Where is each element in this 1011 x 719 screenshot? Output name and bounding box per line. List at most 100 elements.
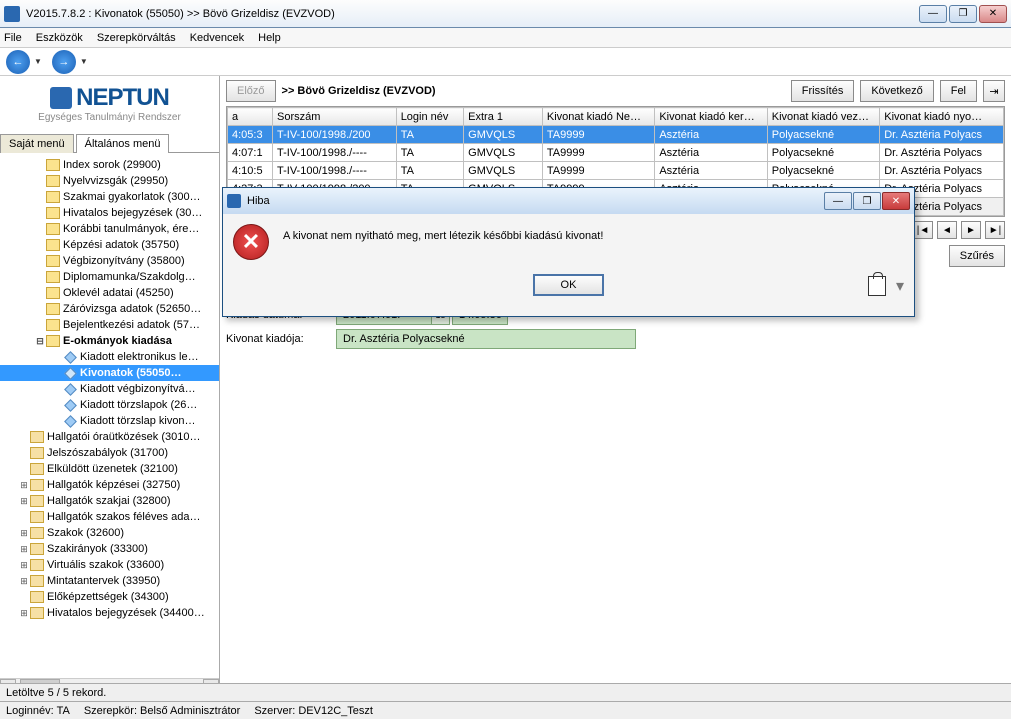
tree-item-label: Korábbi tanulmányok, ére…: [63, 223, 199, 235]
tree-item[interactable]: Kiadott elektronikus le…: [0, 349, 219, 365]
nav-toolbar: ← ▼ → ▼: [0, 48, 1011, 76]
column-header[interactable]: Sorszám: [272, 108, 396, 126]
window-minimize-button[interactable]: —: [919, 5, 947, 23]
tree-item[interactable]: ⊞Szakok (32600): [0, 525, 219, 541]
tree-item[interactable]: Kiadott törzslapok (26…: [0, 397, 219, 413]
folder-icon: [30, 527, 44, 539]
dialog-close-button[interactable]: ✕: [882, 192, 910, 210]
status-login: Loginnév: TA: [6, 705, 70, 717]
tab-general-menu[interactable]: Általános menü: [76, 134, 170, 153]
column-header[interactable]: Kivonat kiadó ker…: [655, 108, 767, 126]
dialog-titlebar[interactable]: Hiba — ❐ ✕: [223, 188, 914, 214]
column-header[interactable]: Kivonat kiadó nyo…: [880, 108, 1004, 126]
column-header[interactable]: Kivonat kiadó Ne…: [542, 108, 654, 126]
dialog-ok-button[interactable]: OK: [533, 274, 605, 296]
nav-first-button[interactable]: |◄: [913, 221, 933, 239]
tree-item-label: Előképzettségek (34300): [47, 591, 169, 603]
nav-prev-button[interactable]: ◄: [937, 221, 957, 239]
tree-item-label: Diplomamunka/Szakdolg…: [63, 271, 196, 283]
column-header[interactable]: a: [228, 108, 273, 126]
tree-item[interactable]: Kiadott törzslap kivon…: [0, 413, 219, 429]
tree-item[interactable]: Jelszószabályok (31700): [0, 445, 219, 461]
tree-expander[interactable]: ⊞: [18, 528, 30, 539]
next-button[interactable]: Következő: [860, 80, 933, 102]
nav-forward-dropdown[interactable]: ▼: [80, 57, 88, 66]
column-header[interactable]: Login név: [396, 108, 463, 126]
left-panel: NEPTUN Egységes Tanulmányi Rendszer Sajá…: [0, 76, 220, 694]
up-button[interactable]: Fel: [940, 80, 977, 102]
tree-item[interactable]: Index sorok (29900): [0, 157, 219, 173]
filter-button[interactable]: Szűrés: [949, 245, 1005, 267]
tree-item[interactable]: Diplomamunka/Szakdolg…: [0, 269, 219, 285]
menu-file[interactable]: File: [4, 32, 22, 44]
app-icon: [4, 6, 20, 22]
menu-roleswitch[interactable]: Szerepkörváltás: [97, 32, 176, 44]
folder-icon: [46, 207, 60, 219]
pin-button[interactable]: ⇥: [983, 80, 1005, 102]
table-cell: Polyacsekné: [767, 162, 879, 180]
tree-item[interactable]: ⊞Mintatantervek (33950): [0, 573, 219, 589]
tree-expander[interactable]: ⊞: [18, 560, 30, 571]
tree-item[interactable]: Korábbi tanulmányok, ére…: [0, 221, 219, 237]
folder-icon: [30, 447, 44, 459]
nav-back-dropdown[interactable]: ▼: [34, 57, 42, 66]
tree-item[interactable]: Kiadott végbizonyítvá…: [0, 381, 219, 397]
tree-expander[interactable]: ⊞: [18, 608, 30, 619]
menu-help[interactable]: Help: [258, 32, 281, 44]
nav-forward-button[interactable]: →: [52, 50, 76, 74]
tree-item-label: Kiadott törzslap kivon…: [80, 415, 196, 427]
tree-item[interactable]: Előképzettségek (34300): [0, 589, 219, 605]
table-row[interactable]: 4:07:1T-IV-100/1998./----TAGMVQLSTA9999A…: [228, 144, 1004, 162]
menu-tree[interactable]: Index sorok (29900)Nyelvvizsgák (29950)S…: [0, 153, 219, 678]
tree-item[interactable]: Szakmai gyakorlatok (300…: [0, 189, 219, 205]
error-icon: ✕: [233, 224, 269, 260]
tree-item[interactable]: ⊞Szakirányok (33300): [0, 541, 219, 557]
tree-expander[interactable]: ⊞: [18, 480, 30, 491]
tree-item[interactable]: ⊞Hallgatók képzései (32750): [0, 477, 219, 493]
tree-expander[interactable]: ⊞: [18, 544, 30, 555]
folder-icon: [30, 495, 44, 507]
tree-item[interactable]: Végbizonyítvány (35800): [0, 253, 219, 269]
tree-item[interactable]: Elküldött üzenetek (32100): [0, 461, 219, 477]
label-kivonat-kiadoja: Kivonat kiadója:: [226, 333, 336, 345]
breadcrumb: >> Bövö Grizeldisz (EVZVOD): [282, 85, 436, 97]
column-header[interactable]: Extra 1: [464, 108, 543, 126]
tree-item[interactable]: Hallgatói óraütközések (3010…: [0, 429, 219, 445]
tree-item[interactable]: Kivonatok (55050…: [0, 365, 219, 381]
tree-item[interactable]: Záróvizsga adatok (52650…: [0, 301, 219, 317]
nav-back-button[interactable]: ←: [6, 50, 30, 74]
menu-tools[interactable]: Eszközök: [36, 32, 83, 44]
tree-item[interactable]: Hallgatók szakos féléves ada…: [0, 509, 219, 525]
tree-item[interactable]: ⊟E-okmányok kiadása: [0, 333, 219, 349]
nav-next-button[interactable]: ►: [961, 221, 981, 239]
tree-item[interactable]: Képzési adatok (35750): [0, 237, 219, 253]
dialog-minimize-button[interactable]: —: [824, 192, 852, 210]
tree-item[interactable]: ⊞Hivatalos bejegyzések (34400…: [0, 605, 219, 621]
table-row[interactable]: 4:05:3T-IV-100/1998./200TAGMVQLSTA9999As…: [228, 126, 1004, 144]
refresh-button[interactable]: Frissítés: [791, 80, 855, 102]
tree-expander[interactable]: ⊞: [18, 576, 30, 587]
tree-expander[interactable]: ⊟: [34, 336, 46, 347]
tree-item[interactable]: Nyelvvizsgák (29950): [0, 173, 219, 189]
column-header[interactable]: Kivonat kiadó vez…: [767, 108, 879, 126]
tree-item[interactable]: Hivatalos bejegyzések (30…: [0, 205, 219, 221]
tree-item[interactable]: Oklevél adatai (45250): [0, 285, 219, 301]
prev-button[interactable]: Előző: [226, 80, 276, 102]
tree-item[interactable]: ⊞Hallgatók szakjai (32800): [0, 493, 219, 509]
dialog-maximize-button[interactable]: ❐: [853, 192, 881, 210]
expand-chevron-icon[interactable]: ▾: [896, 276, 904, 296]
field-kiado[interactable]: Dr. Asztéria Polyacsekné: [336, 329, 636, 349]
table-row[interactable]: 4:10:5T-IV-100/1998./----TAGMVQLSTA9999A…: [228, 162, 1004, 180]
tree-item-label: Kiadott törzslapok (26…: [80, 399, 197, 411]
tree-expander[interactable]: ⊞: [18, 496, 30, 507]
tab-own-menu[interactable]: Saját menü: [0, 134, 74, 153]
clipboard-copy-icon[interactable]: [868, 276, 886, 296]
menu-favorites[interactable]: Kedvencek: [190, 32, 244, 44]
window-close-button[interactable]: ✕: [979, 5, 1007, 23]
tree-item[interactable]: Bejelentkezési adatok (57…: [0, 317, 219, 333]
tree-item[interactable]: ⊞Virtuális szakok (33600): [0, 557, 219, 573]
nav-last-button[interactable]: ►|: [985, 221, 1005, 239]
window-maximize-button[interactable]: ❐: [949, 5, 977, 23]
folder-icon: [30, 607, 44, 619]
tree-item-label: Kivonatok (55050…: [80, 367, 181, 379]
